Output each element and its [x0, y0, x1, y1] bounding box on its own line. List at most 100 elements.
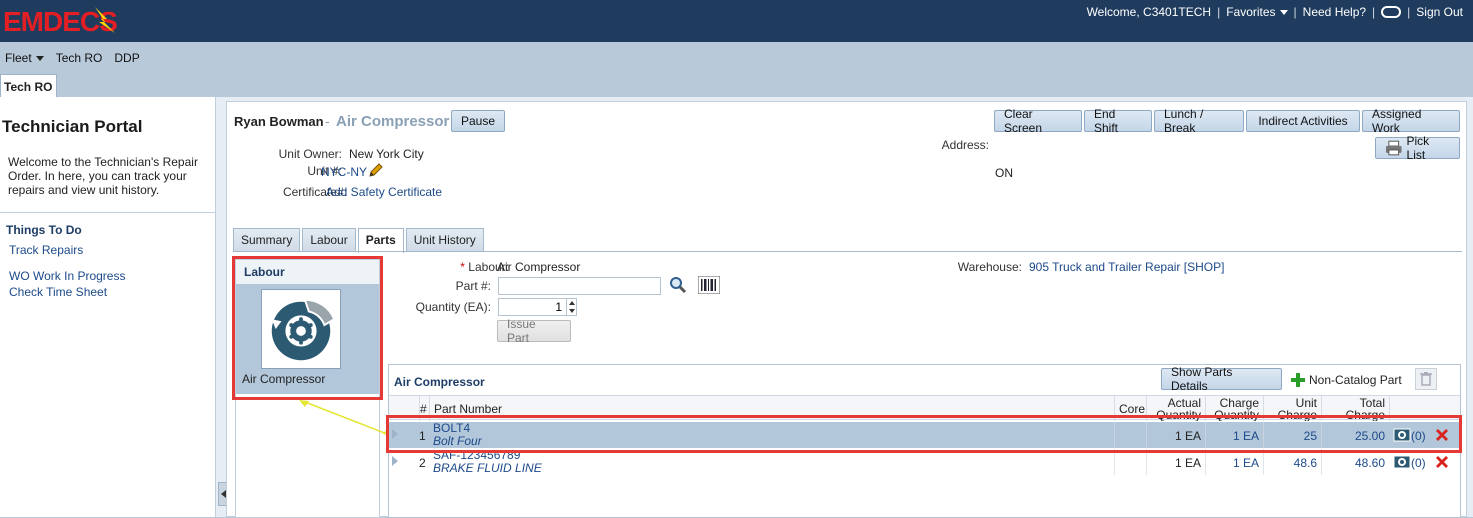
wo-work-in-progress-link[interactable]: WO Work In Progress: [9, 269, 125, 283]
page-body: Technician Portal Welcome to the Technic…: [0, 97, 1473, 518]
col-actual-quantity: Actual Quantity: [1146, 396, 1205, 421]
labour-field-label: * Labour:: [460, 260, 509, 274]
part-number-link[interactable]: BOLT4: [433, 422, 1113, 435]
check-time-sheet-link[interactable]: Check Time Sheet: [9, 285, 107, 299]
assigned-work-button[interactable]: Assigned Work: [1362, 107, 1460, 135]
labour-tile-label: Air Compressor: [242, 372, 326, 386]
camera-icon[interactable]: [1393, 427, 1411, 443]
indirect-activities-button[interactable]: Indirect Activities: [1246, 110, 1360, 132]
plus-icon[interactable]: [1290, 372, 1306, 388]
part-number-input[interactable]: [498, 277, 661, 295]
trash-glyph-icon: [1420, 372, 1432, 386]
tab-parts[interactable]: Parts: [357, 228, 404, 253]
unit-charge[interactable]: 48.6: [1263, 449, 1321, 475]
expand-row-icon[interactable]: [392, 456, 398, 466]
unit-number-link[interactable]: NYC-NY: [321, 165, 367, 179]
quantity-spinner[interactable]: [566, 298, 576, 316]
edit-pencil-icon[interactable]: [368, 162, 384, 178]
show-parts-details-button[interactable]: Show Parts Details: [1161, 365, 1282, 393]
part-description: Bolt Four: [433, 434, 482, 448]
emdecs-logo[interactable]: EMDECS: [3, 5, 149, 35]
trash-icon[interactable]: [1415, 368, 1437, 390]
unit-owner-label: Unit Owner:: [278, 147, 342, 161]
attachments-count[interactable]: (0): [1411, 449, 1426, 475]
part-description: BRAKE FLUID LINE: [433, 461, 542, 475]
table-row[interactable]: 2 SAF-123456789 BRAKE FLUID LINE 1 EA 1 …: [389, 449, 1460, 475]
chevron-down-icon: [35, 56, 44, 62]
menu-ddp[interactable]: DDP: [114, 51, 139, 65]
add-safety-certificate-link[interactable]: Add Safety Certificate: [326, 185, 442, 199]
total-charge: 25.00: [1321, 422, 1389, 448]
part-number-label: Part #:: [455, 279, 491, 293]
menu-bar: Fleet Tech RO DDP: [0, 42, 1473, 74]
grid-header: # Part Number Core Actual Quantity Charg…: [389, 395, 1460, 421]
actual-qty: 1 EA: [1146, 422, 1205, 448]
issue-part-button[interactable]: Issue Part: [497, 317, 571, 345]
non-catalog-part-link[interactable]: Non-Catalog Part: [1309, 373, 1402, 387]
col-total-charge: Total Charge: [1321, 396, 1389, 421]
chevron-down-icon: [1279, 10, 1288, 16]
end-shift-button[interactable]: End Shift: [1084, 107, 1152, 135]
parts-grid: Air Compressor Show Parts Details Non-Ca…: [388, 364, 1461, 518]
actual-qty: 1 EA: [1146, 449, 1205, 475]
quantity-label: Quantity (EA):: [415, 300, 491, 314]
page-tabstrip: Tech RO: [0, 74, 1473, 98]
lunch-break-button[interactable]: Lunch / Break: [1154, 107, 1244, 135]
portal-title: Technician Portal: [2, 117, 143, 136]
sign-out-link[interactable]: Sign Out: [1416, 5, 1463, 19]
top-bar: EMDECS Welcome, C3401TECH | Favorites | …: [0, 0, 1473, 42]
table-row[interactable]: 1 BOLT4 Bolt Four 1 EA 1 EA 25 25.00 (0): [389, 422, 1460, 448]
delete-icon[interactable]: [1434, 427, 1450, 443]
main-panel: Ryan Bowman - Air Compressor Pause Clear…: [226, 101, 1467, 518]
charge-qty[interactable]: 1 EA: [1205, 422, 1263, 448]
tab-labour[interactable]: Labour: [302, 228, 356, 252]
tab-tech-ro[interactable]: Tech RO: [0, 74, 58, 98]
col-unit-charge: Unit Charge: [1263, 396, 1321, 421]
total-charge: 48.60: [1321, 449, 1389, 475]
delete-icon[interactable]: [1434, 454, 1450, 470]
address-label: Address:: [941, 138, 989, 152]
tab-unit-history[interactable]: Unit History: [405, 228, 484, 252]
ro-tabs: Summary Labour Parts Unit History: [233, 228, 484, 253]
pause-button[interactable]: Pause: [451, 110, 506, 132]
language-icon[interactable]: [1381, 6, 1402, 18]
welcome-text: Welcome, C3401TECH: [1086, 5, 1212, 19]
portal-description: Welcome to the Technician's Repair Order…: [8, 155, 198, 197]
header-labour-name: Air Compressor: [336, 113, 450, 130]
labour-panel-title: Labour: [236, 260, 379, 284]
menu-tech-ro[interactable]: Tech RO: [56, 51, 103, 65]
col-charge-quantity: Charge Quantity: [1205, 396, 1263, 421]
brake-disc-icon: [261, 289, 341, 369]
address-value: ON: [995, 166, 1013, 180]
warehouse-link[interactable]: 905 Truck and Trailer Repair [SHOP]: [1029, 260, 1224, 274]
printer-icon: [1385, 140, 1402, 156]
col-part-number: Part Number: [429, 396, 1114, 421]
spinner-arrows-icon: [569, 301, 575, 313]
favorites-menu[interactable]: Favorites: [1226, 5, 1288, 19]
unit-owner-value: New York City: [349, 147, 424, 161]
clear-screen-button[interactable]: Clear Screen: [994, 107, 1082, 135]
track-repairs-link[interactable]: Track Repairs: [9, 243, 83, 257]
labour-field-value: Air Compressor: [497, 260, 581, 274]
attachments-count[interactable]: (0): [1411, 422, 1426, 448]
annotation-arrow: [299, 400, 393, 436]
barcode-icon[interactable]: [698, 276, 720, 294]
sidebar: Technician Portal Welcome to the Technic…: [0, 97, 216, 517]
todo-title: Things To Do: [6, 223, 82, 237]
expand-row-icon[interactable]: [392, 429, 398, 439]
search-icon[interactable]: [669, 276, 687, 294]
labour-panel: Labour Air Compressor: [235, 259, 380, 518]
tab-summary[interactable]: Summary: [233, 228, 301, 252]
col-core: Core: [1114, 396, 1146, 421]
svg-text:EMDECS: EMDECS: [3, 6, 117, 35]
header-dash: -: [325, 113, 330, 129]
grid-title: Air Compressor: [394, 375, 485, 389]
camera-icon[interactable]: [1393, 454, 1411, 470]
help-link[interactable]: Need Help?: [1303, 5, 1366, 19]
menu-fleet[interactable]: Fleet: [5, 51, 44, 65]
things-to-do: Things To Do Track Repairs WO Work In Pr…: [0, 212, 216, 517]
labour-tile-air-compressor[interactable]: Air Compressor: [236, 284, 379, 394]
unit-charge[interactable]: 25: [1263, 422, 1321, 448]
charge-qty[interactable]: 1 EA: [1205, 449, 1263, 475]
pick-list-button[interactable]: Pick List: [1375, 134, 1460, 162]
